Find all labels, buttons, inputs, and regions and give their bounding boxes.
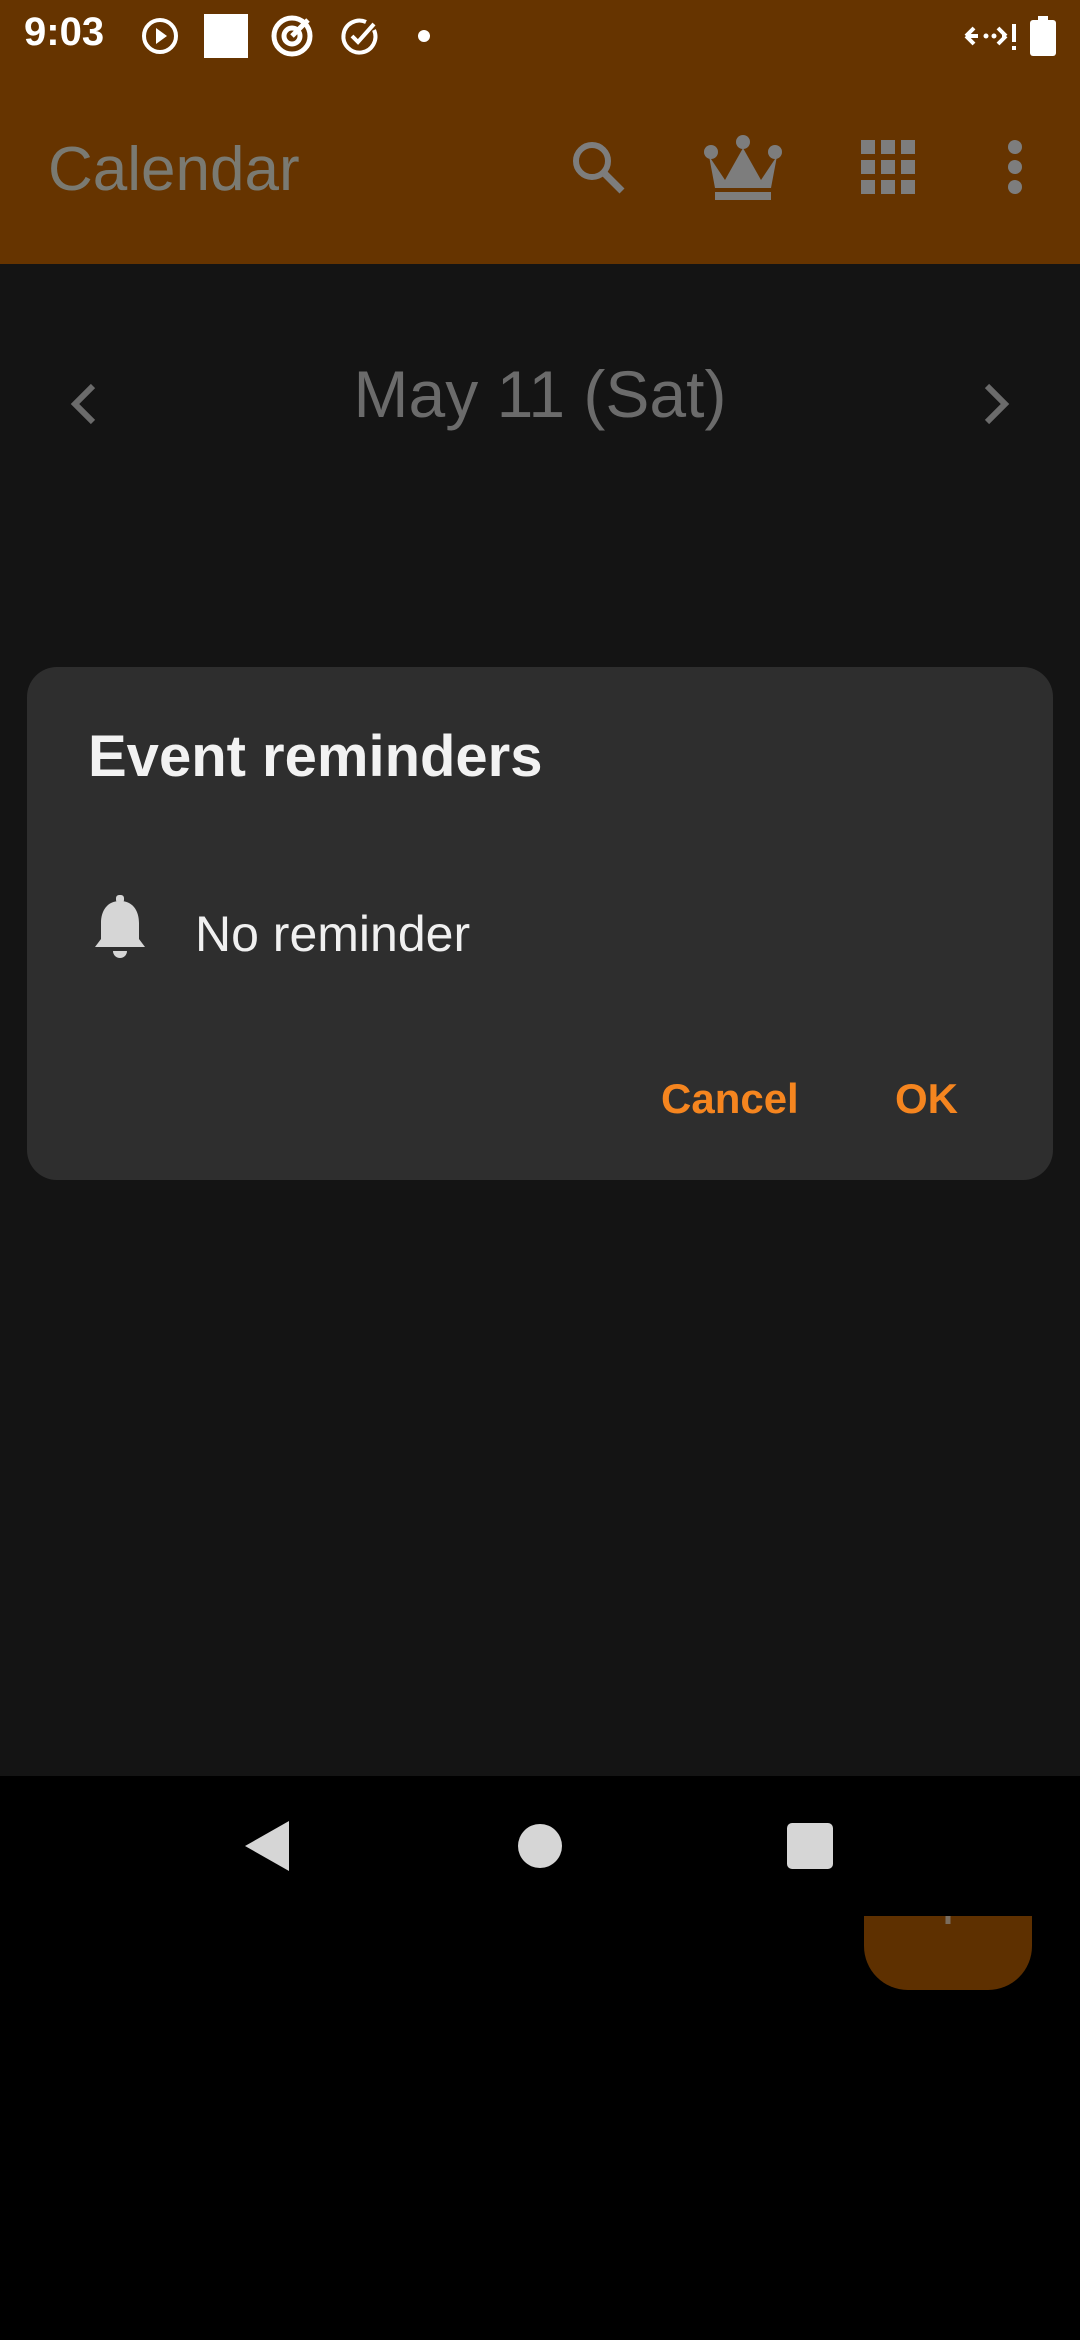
- home-icon[interactable]: [495, 1801, 585, 1891]
- status-bar: 9:03: [0, 0, 1080, 72]
- system-nav-bar: [0, 1776, 1080, 1916]
- grid-icon[interactable]: [843, 122, 933, 212]
- more-vert-icon[interactable]: [970, 122, 1060, 212]
- bell-icon: [93, 895, 163, 975]
- reminder-label: No reminder: [195, 906, 471, 962]
- status-time: 9:03: [24, 10, 105, 54]
- ok-button[interactable]: OK: [885, 1067, 968, 1131]
- target-icon: [270, 14, 314, 58]
- dot-icon: [402, 14, 446, 58]
- crown-icon[interactable]: [698, 122, 788, 212]
- date-navigation: May 11 (Sat): [0, 324, 1080, 444]
- play-circle-icon: [138, 14, 182, 58]
- reminder-option[interactable]: No reminder: [27, 885, 1053, 995]
- recents-icon[interactable]: [765, 1801, 855, 1891]
- back-icon[interactable]: [223, 1801, 313, 1891]
- app-title: Calendar: [48, 135, 300, 204]
- date-label: May 11 (Sat): [353, 357, 727, 431]
- chevron-right-icon[interactable]: [946, 354, 1046, 454]
- data-arrows-icon: [962, 14, 1018, 58]
- app-bar: Calendar: [0, 72, 1080, 264]
- check-circle-icon: [338, 14, 382, 58]
- battery-icon: [1028, 14, 1058, 58]
- square-icon: [204, 14, 248, 58]
- cancel-button[interactable]: Cancel: [651, 1067, 809, 1131]
- search-icon[interactable]: [553, 122, 643, 212]
- event-reminders-dialog: Event reminders No reminder Cancel OK: [27, 667, 1053, 1180]
- dialog-title: Event reminders: [88, 724, 543, 789]
